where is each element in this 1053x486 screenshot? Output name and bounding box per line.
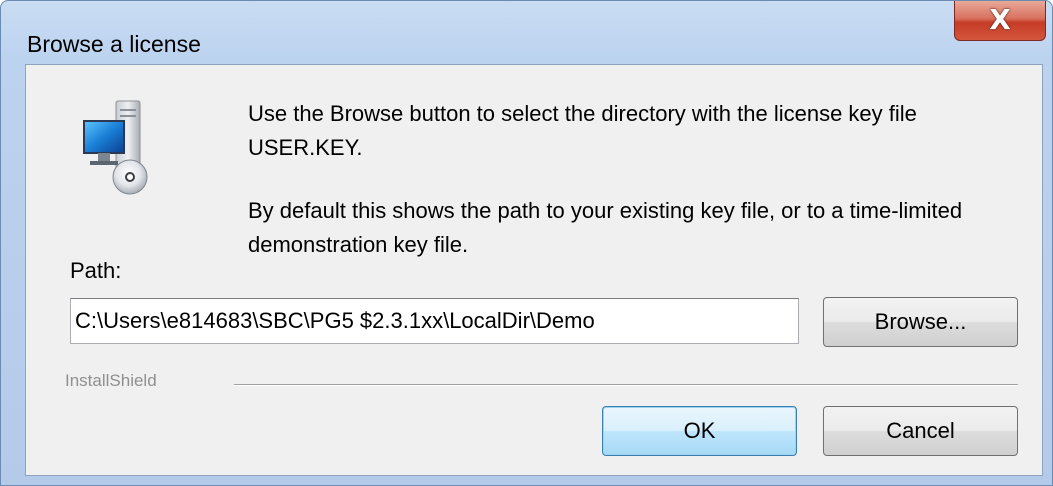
default-path-info-text: By default this shows the path to your e… <box>248 198 963 257</box>
path-input[interactable] <box>70 298 799 344</box>
cancel-button[interactable]: Cancel <box>823 406 1018 456</box>
close-icon: X <box>989 2 1011 36</box>
close-button[interactable]: X <box>954 1 1046 41</box>
installshield-branding: InstallShield <box>65 371 157 390</box>
window-title: Browse a license <box>27 31 201 57</box>
dialog-window: Browse a license X Use the Browse button… <box>0 0 1053 486</box>
dialog-body: Use the Browse button to select the dire… <box>25 64 1043 476</box>
path-label: Path: <box>70 258 122 283</box>
computer-with-disc-icon <box>83 100 148 195</box>
browse-button[interactable]: Browse... <box>823 297 1018 347</box>
instruction-text: Use the Browse button to select the dire… <box>248 101 917 160</box>
separator-line <box>234 384 1018 386</box>
ok-button[interactable]: OK <box>602 406 797 456</box>
title-bar[interactable]: Browse a license X <box>1 1 1053 63</box>
